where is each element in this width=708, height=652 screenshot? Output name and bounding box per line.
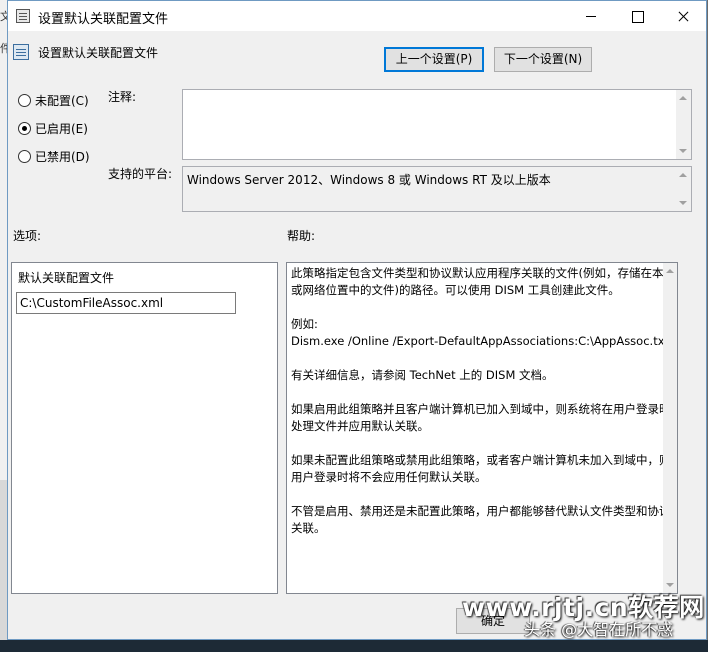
scroll-up-icon[interactable] <box>666 269 674 273</box>
policy-setting-icon <box>13 44 29 60</box>
platform-label: 支持的平台: <box>108 167 173 181</box>
watermark-author: 头条 @大智在所不惑 <box>524 620 674 639</box>
default-association-label: 默认关联配置文件 <box>18 271 115 285</box>
help-paragraph: 如果启用此组策略并且客户端计算机已加入到域中，则系统将在用户登录时处理文件并应用… <box>291 402 671 433</box>
help-paragraph: 有关详细信息，请参阅 TechNet 上的 DISM 文档。 <box>291 368 554 382</box>
title-bar[interactable]: 设置默认关联配置文件 <box>8 1 706 31</box>
association-file-input[interactable]: C:\CustomFileAssoc.xml <box>16 292 236 314</box>
scroll-up-icon[interactable] <box>679 173 687 177</box>
close-button[interactable] <box>660 1 706 31</box>
policy-dialog: 设置默认关联配置文件 设置默认关联配置文件 上一个设置(P) 下一个设置(N) … <box>7 0 707 640</box>
help-paragraph: 如果未配置此组策略或禁用此组策略，或者客户端计算机未加入到域中，则用户登录时将不… <box>291 453 671 484</box>
previous-setting-button[interactable]: 上一个设置(P) <box>384 47 484 72</box>
help-pane: 此策略指定包含文件类型和协议默认应用程序关联的文件(例如，存储在本地或网络位置中… <box>286 262 678 594</box>
taskbar-edge <box>0 640 708 652</box>
radio-disabled[interactable]: 已禁用(D) <box>18 147 90 165</box>
window-title: 设置默认关联配置文件 <box>38 12 169 27</box>
scroll-down-icon[interactable] <box>679 149 687 153</box>
options-label: 选项: <box>13 229 42 243</box>
setting-title: 设置默认关联配置文件 <box>38 46 159 60</box>
radio-circle-selected[interactable] <box>18 121 31 135</box>
maximize-button[interactable] <box>614 1 660 31</box>
comment-label: 注释: <box>108 90 137 104</box>
help-paragraph: 此策略指定包含文件类型和协议默认应用程序关联的文件(例如，存储在本地或网络位置中… <box>291 266 675 297</box>
scroll-down-icon[interactable] <box>666 583 674 587</box>
help-label: 帮助: <box>287 229 316 243</box>
radio-label: 未配置(C) <box>35 93 89 108</box>
help-text: 此策略指定包含文件类型和协议默认应用程序关联的文件(例如，存储在本地或网络位置中… <box>291 265 677 554</box>
policy-icon <box>16 9 30 23</box>
radio-circle[interactable] <box>18 149 31 163</box>
radio-label: 已启用(E) <box>35 121 88 136</box>
radio-enabled[interactable]: 已启用(E) <box>18 119 88 137</box>
radio-circle[interactable] <box>18 93 31 107</box>
platform-value: Windows Server 2012、Windows 8 或 Windows … <box>187 173 551 187</box>
next-setting-button[interactable]: 下一个设置(N) <box>494 47 592 72</box>
help-paragraph: 例如: Dism.exe /Online /Export-DefaultAppA… <box>291 317 670 348</box>
options-pane: 默认关联配置文件 C:\CustomFileAssoc.xml <box>11 262 278 594</box>
help-scrollbar[interactable] <box>663 263 677 593</box>
platform-box: Windows Server 2012、Windows 8 或 Windows … <box>182 166 692 212</box>
help-paragraph: 不管是启用、禁用还是未配置此策略，用户都能够替代默认文件类型和协议关联。 <box>291 504 671 535</box>
comment-textbox[interactable] <box>182 89 692 160</box>
scroll-up-icon[interactable] <box>679 96 687 100</box>
minimize-button[interactable] <box>568 1 614 31</box>
scroll-down-icon[interactable] <box>679 201 687 205</box>
radio-not-configured[interactable]: 未配置(C) <box>18 91 89 109</box>
radio-label: 已禁用(D) <box>35 149 90 164</box>
comment-scrollbar[interactable] <box>676 90 691 159</box>
platform-scrollbar[interactable] <box>676 167 691 211</box>
